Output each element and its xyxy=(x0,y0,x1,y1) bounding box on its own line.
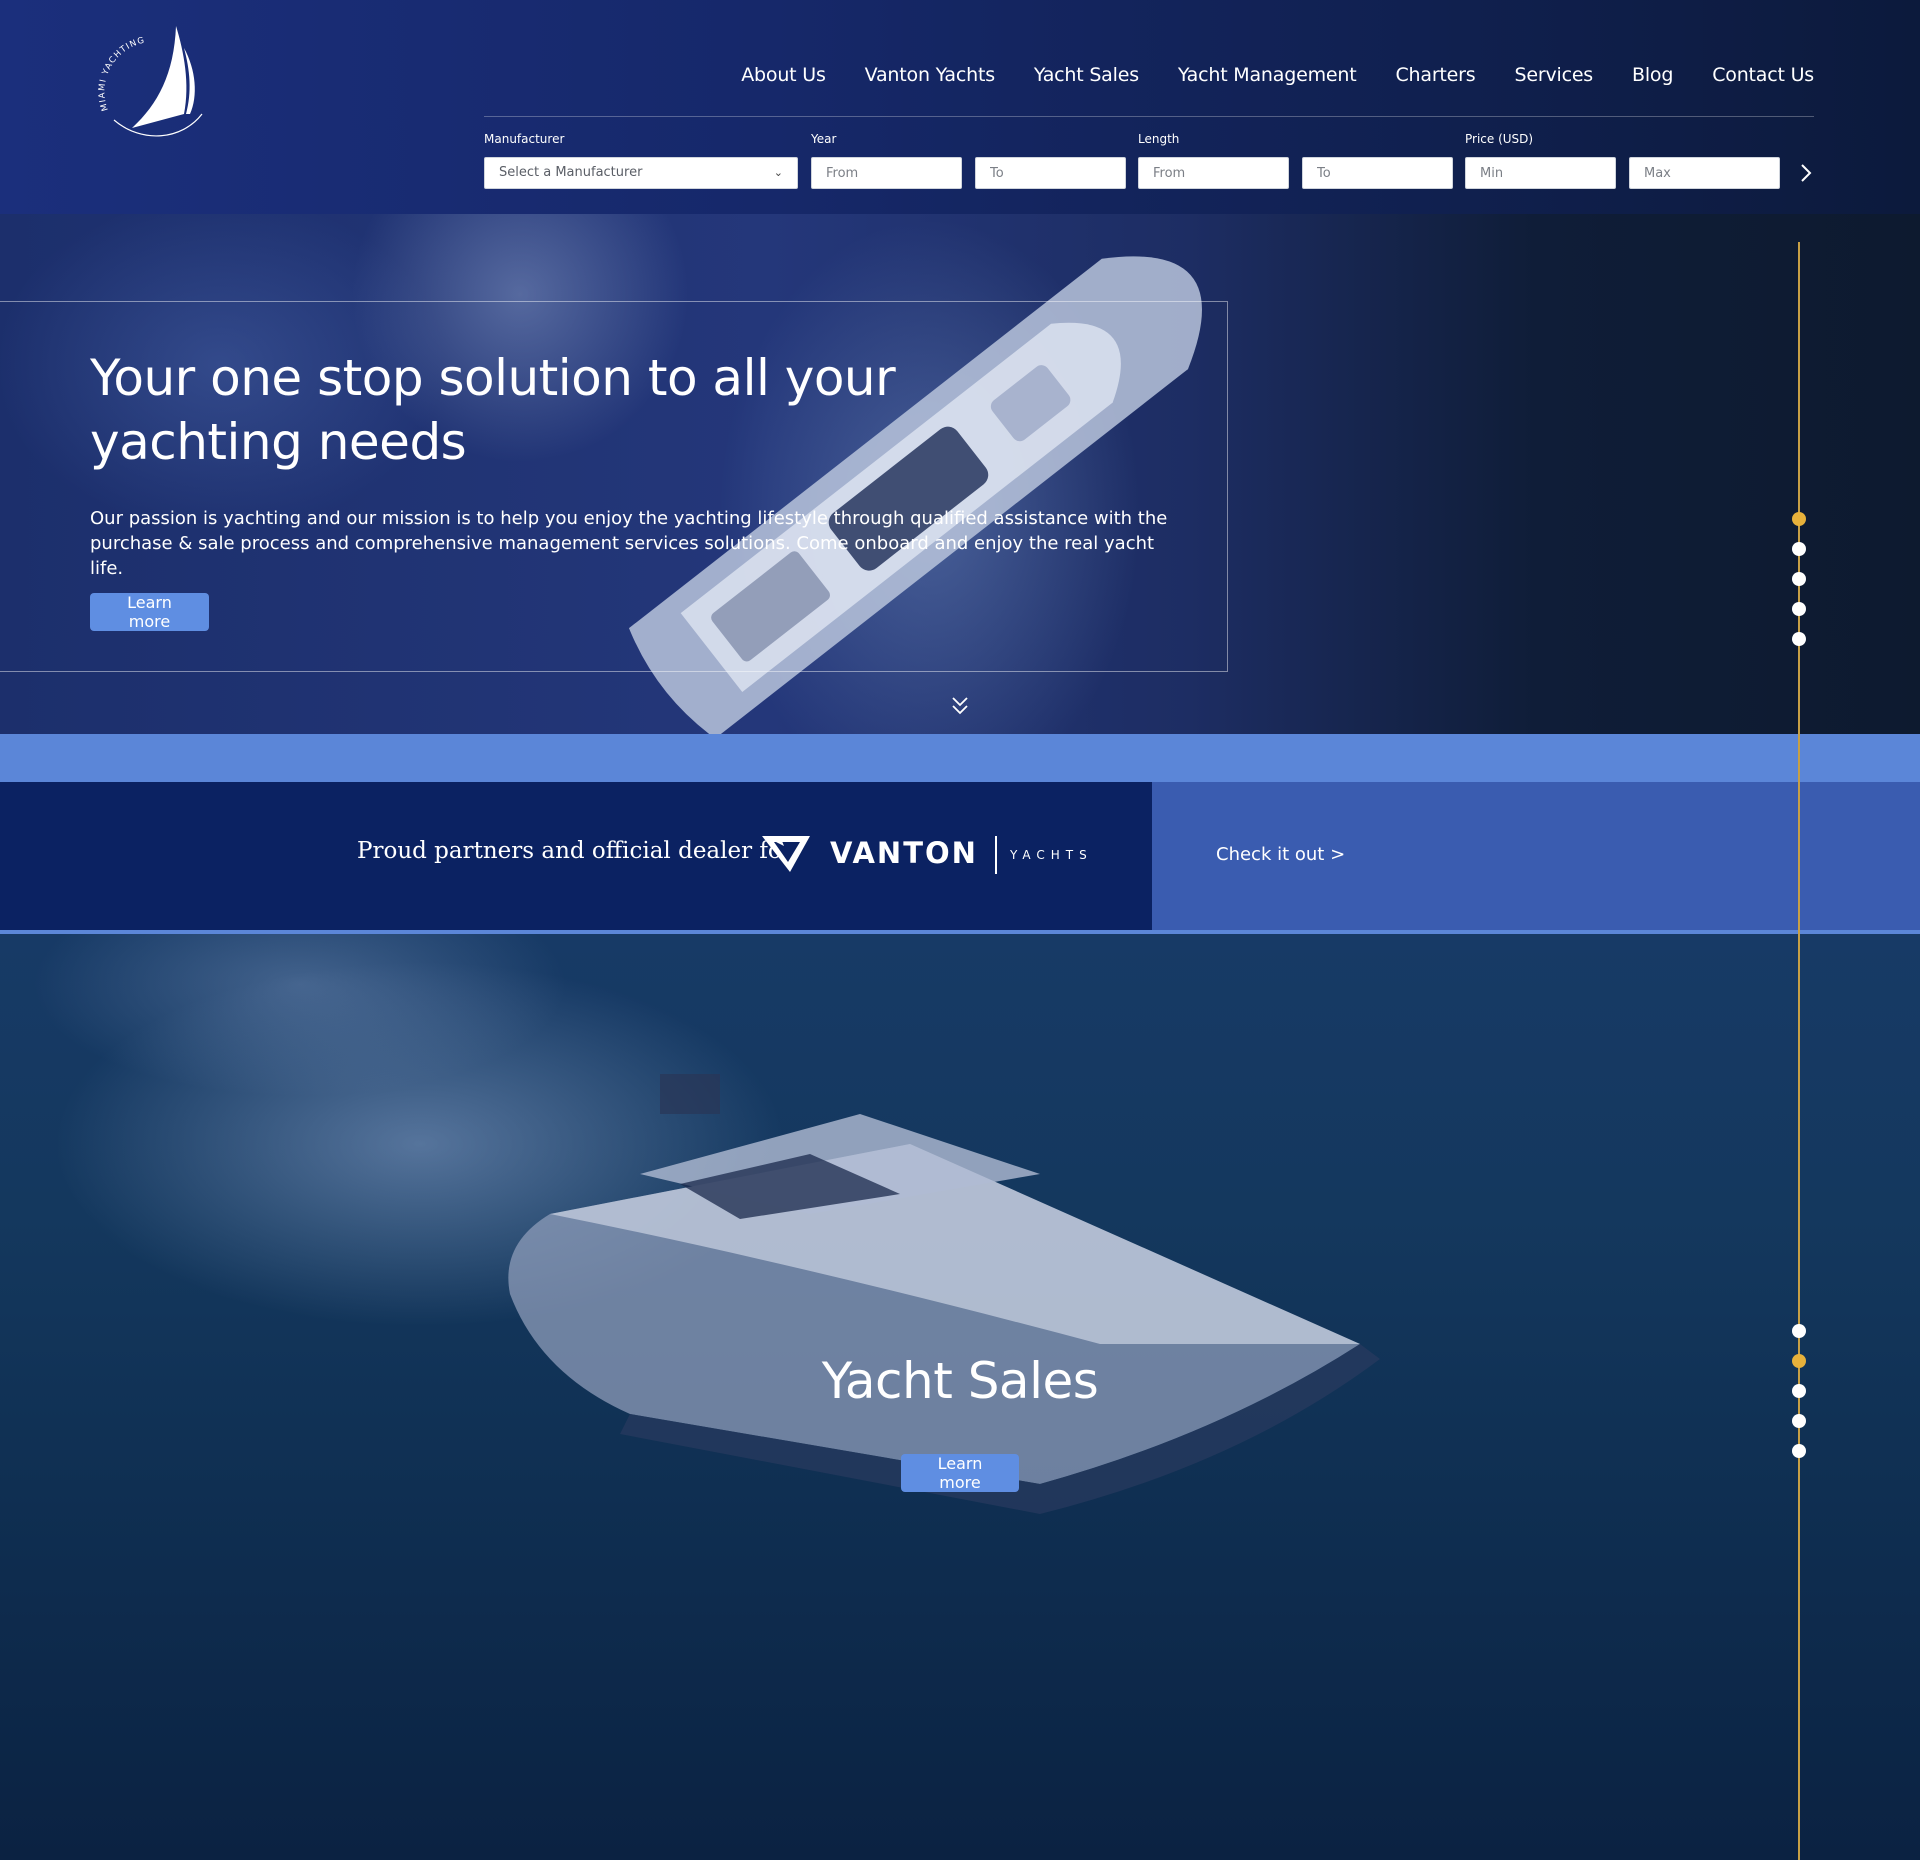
yacht-sales-learn-more-button[interactable]: Learn more xyxy=(901,1454,1019,1492)
yacht-sales-title: Yacht Sales xyxy=(821,1352,1099,1410)
price-label: Price (USD) xyxy=(1465,132,1534,146)
year-from-input[interactable] xyxy=(811,157,962,189)
svg-text:MIAMI YACHTING: MIAMI YACHTING xyxy=(97,35,146,112)
hero-description: Our passion is yachting and our mission … xyxy=(90,508,1168,579)
pager-dot-4[interactable] xyxy=(1792,602,1806,616)
nav-divider xyxy=(484,116,1814,117)
vanton-logo-separator xyxy=(995,836,997,874)
pager-dot-3[interactable] xyxy=(1792,572,1806,586)
hero-learn-more-button[interactable]: Learn more xyxy=(90,593,209,631)
partner-text: Proud partners and official dealer for xyxy=(357,838,793,864)
hero-title: Your one stop solution to all your yacht… xyxy=(90,349,896,471)
vanton-logo-wordmark: VANTON xyxy=(830,836,978,870)
pager-dot-4[interactable] xyxy=(1792,1414,1806,1428)
accent-stripe xyxy=(0,734,1920,782)
vanton-v-logo-icon xyxy=(762,836,810,872)
nav-contact-us[interactable]: Contact Us xyxy=(1712,64,1814,86)
vanton-logo-subtext: YACHTS xyxy=(1010,848,1093,862)
manufacturer-select[interactable]: Select a Manufacturer ⌄ xyxy=(484,157,798,189)
nav-about-us[interactable]: About Us xyxy=(741,64,826,86)
length-label: Length xyxy=(1138,132,1180,146)
pager-dot-2[interactable] xyxy=(1792,1354,1806,1368)
nav-vanton-yachts[interactable]: Vanton Yachts xyxy=(865,64,995,86)
length-to-input[interactable] xyxy=(1302,157,1453,189)
manufacturer-select-value: Select a Manufacturer xyxy=(499,165,643,180)
pager-dot-2[interactable] xyxy=(1792,542,1806,556)
nav-services[interactable]: Services xyxy=(1514,64,1593,86)
main-nav: About Us Vanton Yachts Yacht Sales Yacht… xyxy=(702,64,1814,86)
year-label: Year xyxy=(811,132,837,146)
pager-dot-1[interactable] xyxy=(1792,1324,1806,1338)
sales-section-pager xyxy=(1792,1324,1806,1474)
pager-dot-1[interactable] xyxy=(1792,512,1806,526)
pager-dot-5[interactable] xyxy=(1792,632,1806,646)
hero-section: Your one stop solution to all your yacht… xyxy=(0,214,1920,734)
logo-text: MIAMI YACHTING xyxy=(97,35,145,112)
pager-dot-5[interactable] xyxy=(1792,1444,1806,1458)
yacht-search-form: Manufacturer Select a Manufacturer ⌄ Yea… xyxy=(484,132,1814,192)
chevron-down-icon: ⌄ xyxy=(773,166,783,179)
search-submit-chevron-icon[interactable] xyxy=(1795,162,1817,184)
hero-section-pager xyxy=(1792,512,1806,662)
nav-blog[interactable]: Blog xyxy=(1632,64,1673,86)
nav-yacht-management[interactable]: Yacht Management xyxy=(1178,64,1357,86)
nav-yacht-sales[interactable]: Yacht Sales xyxy=(1034,64,1139,86)
check-it-out-link[interactable]: Check it out > xyxy=(1216,844,1345,865)
section-progress-rail xyxy=(1798,242,1800,1860)
yacht-sales-section: Yacht Sales Learn more xyxy=(0,934,1920,1860)
site-header: MIAMI YACHTING About Us Vanton Yachts Ya… xyxy=(0,0,1920,214)
year-to-input[interactable] xyxy=(975,157,1126,189)
logo-sailboat-icon[interactable]: MIAMI YACHTING xyxy=(92,22,210,144)
pager-dot-3[interactable] xyxy=(1792,1384,1806,1398)
price-min-input[interactable] xyxy=(1465,157,1616,189)
scroll-down-chevrons-icon[interactable] xyxy=(950,694,970,718)
manufacturer-label: Manufacturer xyxy=(484,132,565,146)
price-max-input[interactable] xyxy=(1629,157,1780,189)
length-from-input[interactable] xyxy=(1138,157,1289,189)
nav-charters[interactable]: Charters xyxy=(1395,64,1475,86)
